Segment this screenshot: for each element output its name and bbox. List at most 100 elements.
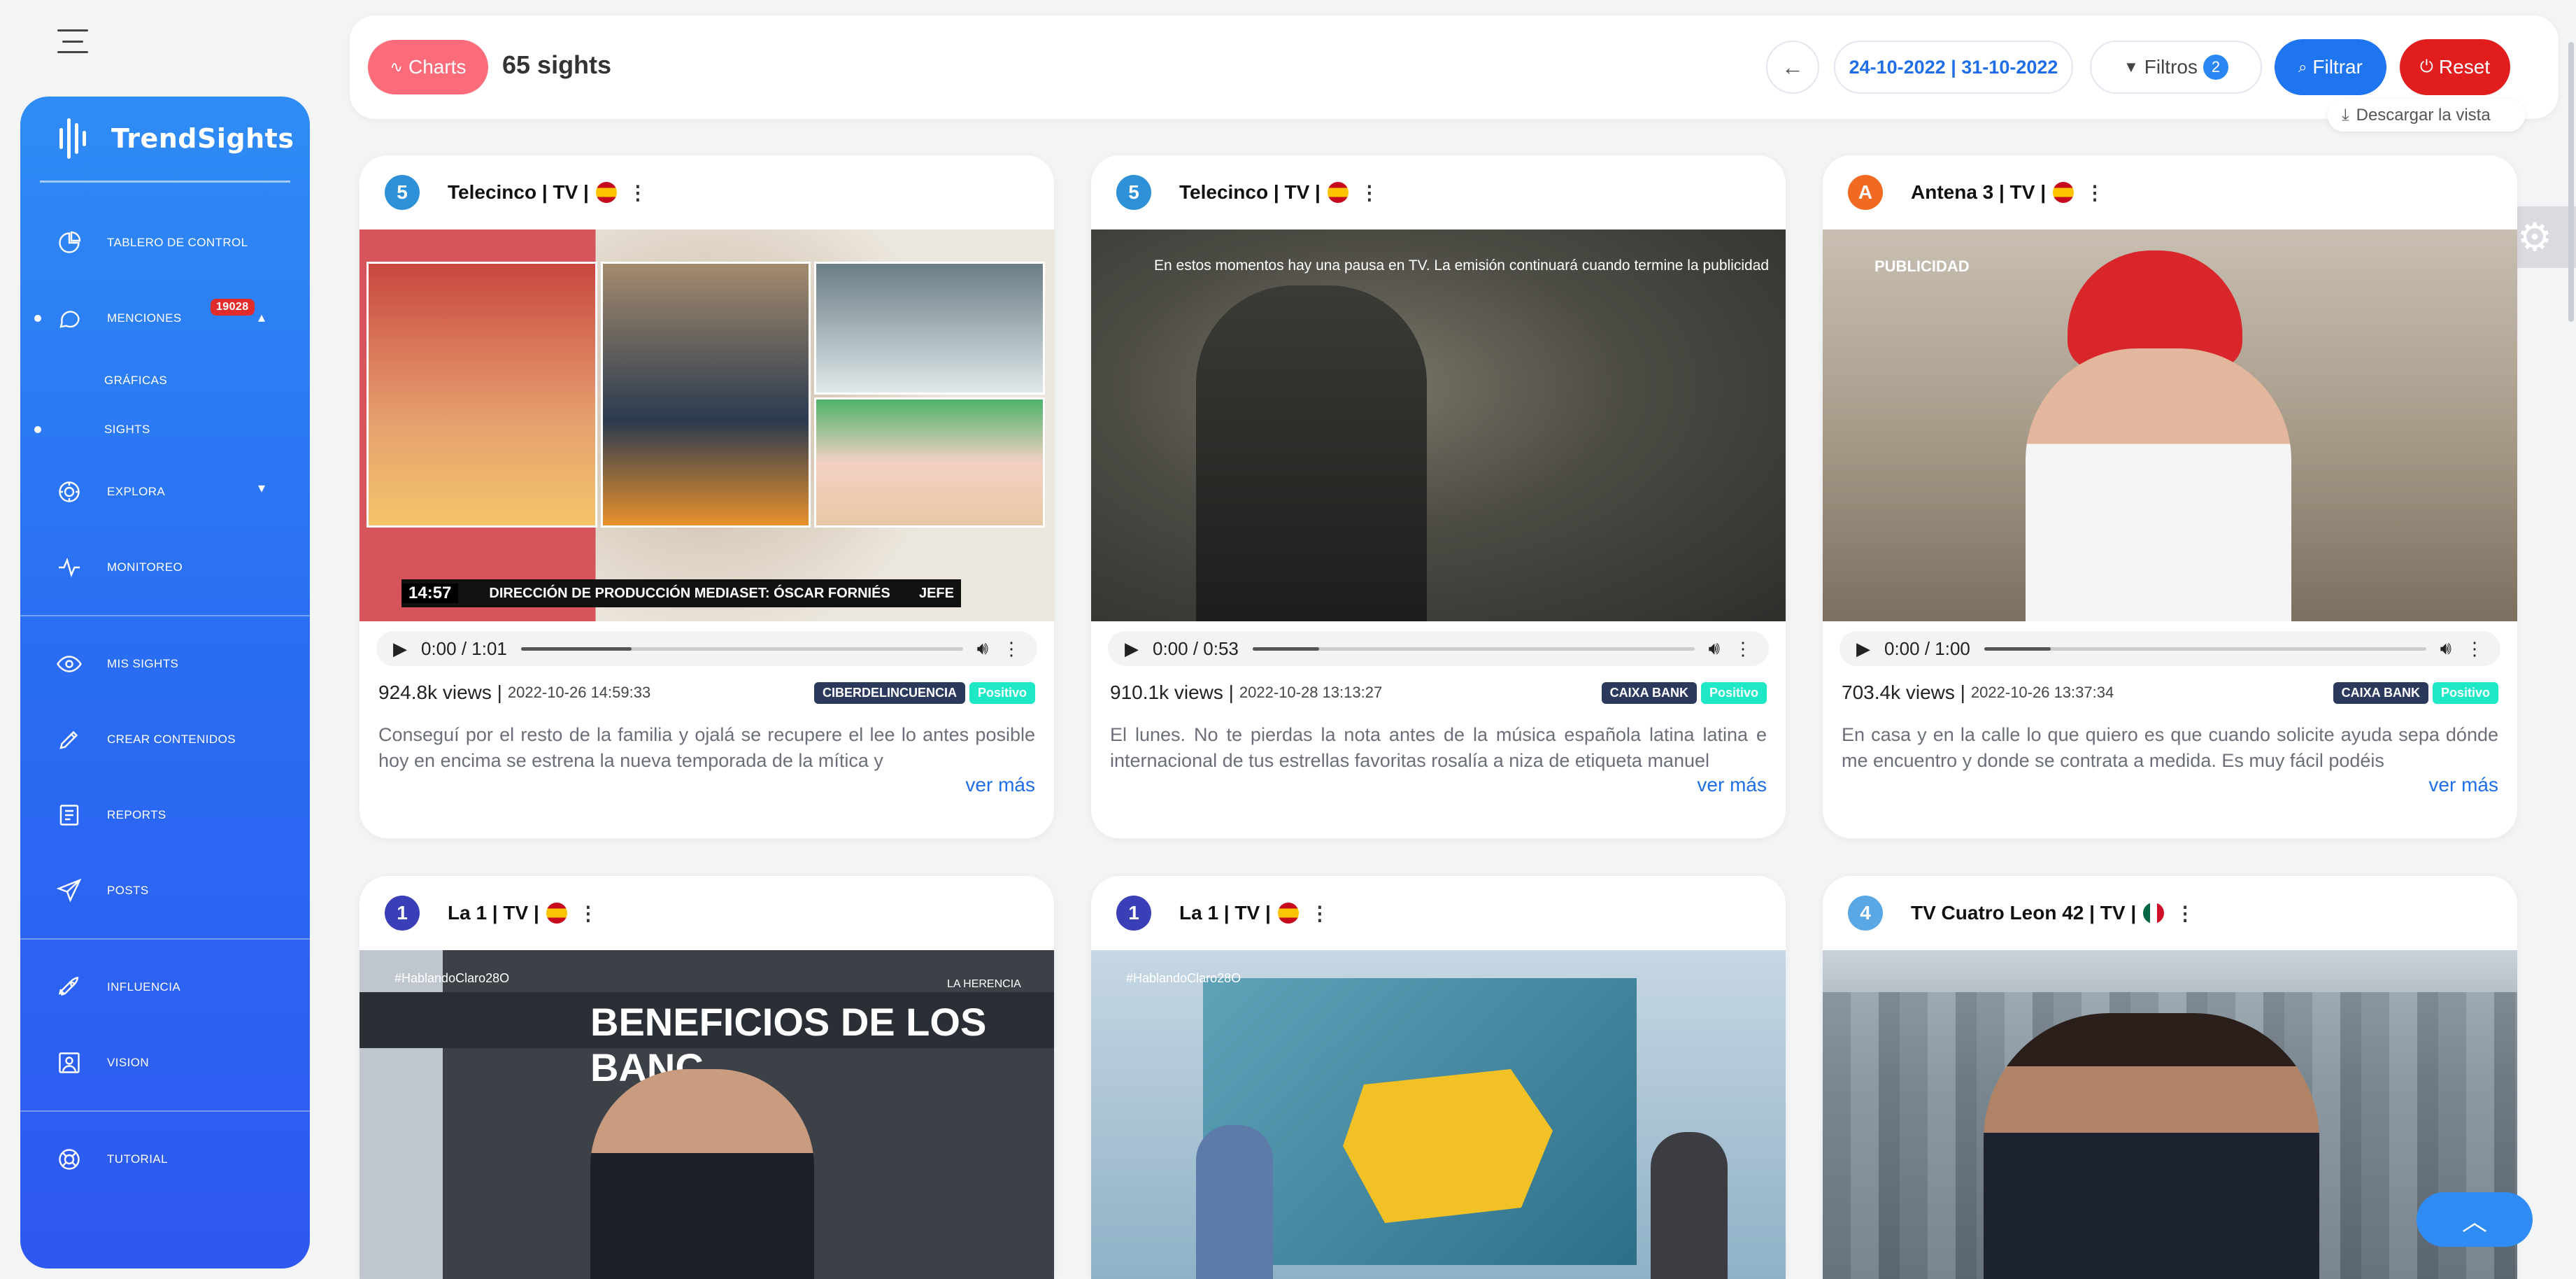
card-meta: 924.8k views | 2022-10-26 14:59:33 CIBER… <box>378 681 1035 704</box>
player-seek-bar[interactable] <box>1984 646 2426 651</box>
filters-button[interactable]: ▼ Filtros 2 <box>2090 41 2262 94</box>
kebab-menu-icon[interactable]: ⋮ <box>2175 902 2195 925</box>
sidebar-item-mis-sights[interactable]: MIS SIGHTS <box>20 626 310 702</box>
sidebar-item-label: INFLUENCIA <box>107 980 181 994</box>
post-date: 2022-10-26 14:59:33 <box>507 684 651 701</box>
sidebar-item-label: MONITOREO <box>107 560 183 574</box>
audio-player[interactable]: ▶ 0:00 / 1:01 🔊︎ ⋮ <box>376 631 1037 666</box>
download-view-button[interactable]: ⤓ Descargar la vista <box>2328 99 2525 132</box>
video-thumbnail[interactable]: BENEFICIOS DE LOS BANC #HablandoClaro28O… <box>360 950 1054 1279</box>
sidebar-subitem-sights[interactable]: SIGHTS <box>20 405 310 454</box>
chart-pulse-icon: ∿ <box>390 58 403 76</box>
sidebar-item-tablero[interactable]: TABLERO DE CONTROL <box>20 205 310 281</box>
play-icon[interactable]: ▶ <box>393 638 407 660</box>
player-more-icon[interactable]: ⋮ <box>1002 638 1020 660</box>
volume-icon[interactable]: 🔊︎ <box>977 637 988 660</box>
charts-button-label: Charts <box>408 56 467 78</box>
tv-pause-notice: En estos momentos hay una pausa en TV. L… <box>1154 257 1770 274</box>
player-seek-bar[interactable] <box>520 646 963 651</box>
channel-name: La 1 | TV | <box>448 902 539 924</box>
page-scrollbar[interactable] <box>2568 42 2574 322</box>
publicidad-label: PUBLICIDAD <box>1874 257 1970 275</box>
sidebar-subitem-graficas[interactable]: GRÁFICAS <box>20 356 310 405</box>
video-frame-panel <box>367 262 597 528</box>
kebab-menu-icon[interactable]: ⋮ <box>1310 902 1330 925</box>
ver-mas-link[interactable]: ver más <box>1823 774 2498 796</box>
trendsights-logo-icon <box>59 118 101 160</box>
chevron-down-icon: ▾ <box>258 481 266 496</box>
mentions-count-badge: 19028 <box>211 299 255 316</box>
player-more-icon[interactable]: ⋮ <box>1734 638 1752 660</box>
sidebar-item-reports[interactable]: REPORTS <box>20 777 310 853</box>
sidebar-item-explora[interactable]: EXPLORA ▾ <box>20 454 310 530</box>
player-seek-bar[interactable] <box>1252 646 1695 651</box>
sidebar-item-vision[interactable]: VISION <box>20 1025 310 1101</box>
sidebar-item-monitoreo[interactable]: MONITOREO <box>20 530 310 605</box>
program-name: LA HERENCIA <box>947 978 1021 990</box>
charts-button[interactable]: ∿ Charts <box>368 40 488 94</box>
topic-tag[interactable]: CAIXA BANK <box>2333 681 2428 704</box>
ver-mas-link[interactable]: ver más <box>1091 774 1767 796</box>
volume-icon[interactable]: 🔊︎ <box>2440 637 2452 660</box>
channel-name: Telecinco | TV | <box>1179 181 1321 203</box>
transcript-excerpt: El lunes. No te pierdas la nota antes de… <box>1110 724 1767 771</box>
volume-icon[interactable]: 🔊︎ <box>1709 637 1720 660</box>
send-icon <box>57 878 82 903</box>
channel-logo-icon: 1 <box>385 896 420 931</box>
active-indicator <box>34 426 41 433</box>
play-icon[interactable]: ▶ <box>1125 638 1139 660</box>
sidebar-item-label: MENCIONES <box>107 311 182 325</box>
hamburger-menu-icon[interactable] <box>57 29 88 53</box>
sidebar-divider <box>20 1110 310 1112</box>
video-thumbnail[interactable] <box>1823 950 2517 1279</box>
reset-button[interactable]: ⏻ Reset <box>2400 39 2510 95</box>
video-thumbnail[interactable]: 14:57 DIRECCIÓN DE PRODUCCIÓN MEDIASET: … <box>360 229 1054 621</box>
spain-flag-icon <box>1327 182 1349 203</box>
kebab-menu-icon[interactable]: ⋮ <box>578 902 598 925</box>
sidebar-item-label: CREAR CONTENIDOS <box>107 733 236 746</box>
power-icon: ⏻ <box>2419 57 2433 76</box>
sidebar-item-influencia[interactable]: INFLUENCIA <box>20 949 310 1025</box>
sidebar-item-menciones[interactable]: MENCIONES 19028 ▴ <box>20 281 310 356</box>
topic-tag[interactable]: CAIXA BANK <box>1601 681 1697 704</box>
back-button[interactable]: ← <box>1766 41 1819 94</box>
views-count: 703.4k views | <box>1842 681 1965 703</box>
card-header: 5 Telecinco | TV | ⋮ <box>360 155 1054 229</box>
video-thumbnail[interactable]: PUBLICIDAD <box>1823 229 2517 621</box>
play-icon[interactable]: ▶ <box>1856 638 1870 660</box>
brand[interactable]: TrendSights <box>20 97 310 181</box>
sidebar-item-label: GRÁFICAS <box>104 374 168 387</box>
channel-logo-icon: 5 <box>385 175 420 210</box>
video-figure <box>1984 1013 2319 1279</box>
topic-tag[interactable]: CIBERDELINCUENCIA <box>813 681 965 704</box>
video-frame-panel <box>814 397 1045 528</box>
video-thumbnail[interactable]: En estos momentos hay una pausa en TV. L… <box>1091 229 1786 621</box>
brand-name: TrendSights <box>111 123 294 154</box>
ver-mas-link[interactable]: ver más <box>360 774 1035 796</box>
video-thumbnail[interactable]: #HablandoClaro28O <box>1091 950 1786 1279</box>
explore-icon <box>57 479 82 504</box>
kebab-menu-icon[interactable]: ⋮ <box>2085 181 2105 204</box>
video-hashtag: #HablandoClaro28O <box>394 971 510 985</box>
scroll-to-top-button[interactable]: ︿ <box>2417 1192 2533 1247</box>
filtrar-button[interactable]: ⌕ Filtrar <box>2275 39 2386 95</box>
video-hashtag: #HablandoClaro28O <box>1126 971 1241 985</box>
mexico-flag-icon <box>2143 903 2165 924</box>
channel-name: La 1 | TV | <box>1179 902 1271 924</box>
sidebar-item-label: REPORTS <box>107 808 166 821</box>
kebab-menu-icon[interactable]: ⋮ <box>628 181 648 204</box>
sidebar-item-crear-contenidos[interactable]: CREAR CONTENIDOS <box>20 702 310 777</box>
sidebar-item-posts[interactable]: POSTS <box>20 853 310 928</box>
sidebar-item-tutorial[interactable]: TUTORIAL <box>20 1122 310 1197</box>
kebab-menu-icon[interactable]: ⋮ <box>1360 181 1379 204</box>
channel-logo-icon: 5 <box>1116 175 1151 210</box>
date-range-picker[interactable]: 24-10-2022 | 31-10-2022 <box>1834 41 2073 94</box>
audio-player[interactable]: ▶ 0:00 / 0:53 🔊︎ ⋮ <box>1108 631 1769 666</box>
audio-player[interactable]: ▶ 0:00 / 1:00 🔊︎ ⋮ <box>1840 631 2500 666</box>
player-more-icon[interactable]: ⋮ <box>2465 638 2484 660</box>
active-indicator <box>34 315 41 322</box>
views-count: 910.1k views | <box>1110 681 1234 703</box>
sight-card: 5 Telecinco | TV | ⋮ 14:57 DIRECCIÓN DE … <box>360 155 1054 838</box>
arrow-left-icon: ← <box>1781 54 1804 80</box>
chevron-up-icon: ︿ <box>2461 1207 2487 1236</box>
